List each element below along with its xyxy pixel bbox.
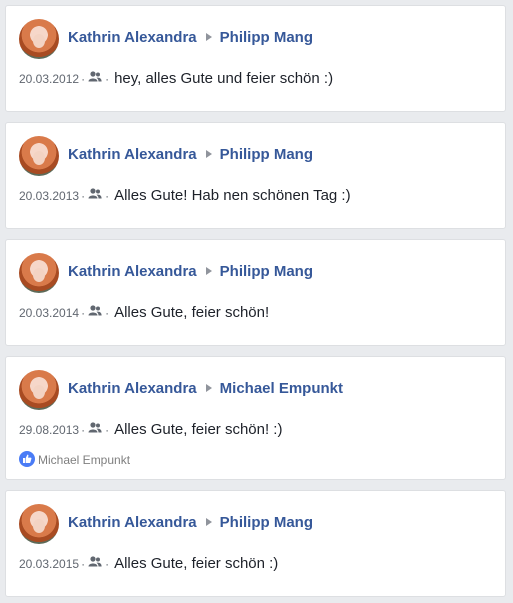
friends-icon[interactable] [88,305,102,316]
author-link[interactable]: Kathrin Alexandra [68,380,197,397]
post-date[interactable]: 20.03.2013 [19,189,79,203]
separator: · [105,306,110,320]
post-meta: 20.03.2014 · · Alles Gute, feier schön! [19,304,269,322]
post-card: Kathrin Alexandra Michael Empunkt 29.08.2… [5,356,506,480]
post-meta: 29.08.2013 · · Alles Gute, feier schön! :) [19,421,282,439]
friends-icon[interactable] [88,422,102,433]
post-date[interactable]: 20.03.2014 [19,306,79,320]
triangle-right-icon [205,267,212,275]
post-meta: 20.03.2015 · · Alles Gute, feier schön :) [19,555,278,573]
friends-icon[interactable] [88,71,102,82]
post-card: Kathrin Alexandra Philipp Mang 20.03.2014… [5,239,506,346]
author-link[interactable]: Kathrin Alexandra [68,29,197,46]
recipient-link[interactable]: Philipp Mang [220,514,313,531]
post-date[interactable]: 20.03.2012 [19,72,79,86]
avatar[interactable] [19,253,59,293]
thumbs-up-icon [19,451,35,467]
likes-summary[interactable]: Michael Empunkt [19,451,130,468]
triangle-right-icon [205,150,212,158]
post-message: Alles Gute, feier schön! [114,304,270,321]
avatar[interactable] [19,370,59,410]
triangle-right-icon [205,518,212,526]
friends-icon[interactable] [88,188,102,199]
triangle-right-icon [205,33,212,41]
author-link[interactable]: Kathrin Alexandra [68,514,197,531]
recipient-link[interactable]: Philipp Mang [220,146,313,163]
post-header: Kathrin Alexandra Philipp Mang [68,263,313,281]
separator: · [81,423,86,437]
post-header: Kathrin Alexandra Philipp Mang [68,514,313,532]
post-date[interactable]: 29.08.2013 [19,423,79,437]
separator: · [105,72,110,86]
triangle-right-icon [205,384,212,392]
post-message: Alles Gute, feier schön :) [114,555,279,572]
avatar[interactable] [19,19,59,59]
avatar[interactable] [19,504,59,544]
post-header: Kathrin Alexandra Michael Empunkt [68,380,343,398]
post-header: Kathrin Alexandra Philipp Mang [68,146,313,164]
post-meta: 20.03.2012 · · hey, alles Gute und feier sc… [19,70,333,88]
post-card: Kathrin Alexandra Philipp Mang 20.03.2013… [5,122,506,229]
separator: · [105,423,110,437]
separator: · [81,557,86,571]
recipient-link[interactable]: Philipp Mang [220,29,313,46]
post-header: Kathrin Alexandra Philipp Mang [68,29,313,47]
separator: · [81,306,86,320]
avatar[interactable] [19,136,59,176]
post-message: Alles Gute, feier schön! :) [114,421,283,438]
recipient-link[interactable]: Michael Empunkt [220,380,343,397]
post-date[interactable]: 20.03.2015 [19,557,79,571]
recipient-link[interactable]: Philipp Mang [220,263,313,280]
author-link[interactable]: Kathrin Alexandra [68,263,197,280]
separator: · [81,189,86,203]
liker-name[interactable]: Michael Empunkt [38,453,130,467]
post-card: Kathrin Alexandra Philipp Mang 20.03.2012… [5,5,506,112]
post-card: Kathrin Alexandra Philipp Mang 20.03.2015… [5,490,506,597]
separator: · [105,189,110,203]
post-message: Alles Gute! Hab nen schönen Tag :) [114,187,351,204]
friends-icon[interactable] [88,556,102,567]
author-link[interactable]: Kathrin Alexandra [68,146,197,163]
separator: · [81,72,86,86]
post-meta: 20.03.2013 · · Alles Gute! Hab nen schönen … [19,187,351,205]
separator: · [105,557,110,571]
post-message: hey, alles Gute und feier schön :) [114,70,334,87]
